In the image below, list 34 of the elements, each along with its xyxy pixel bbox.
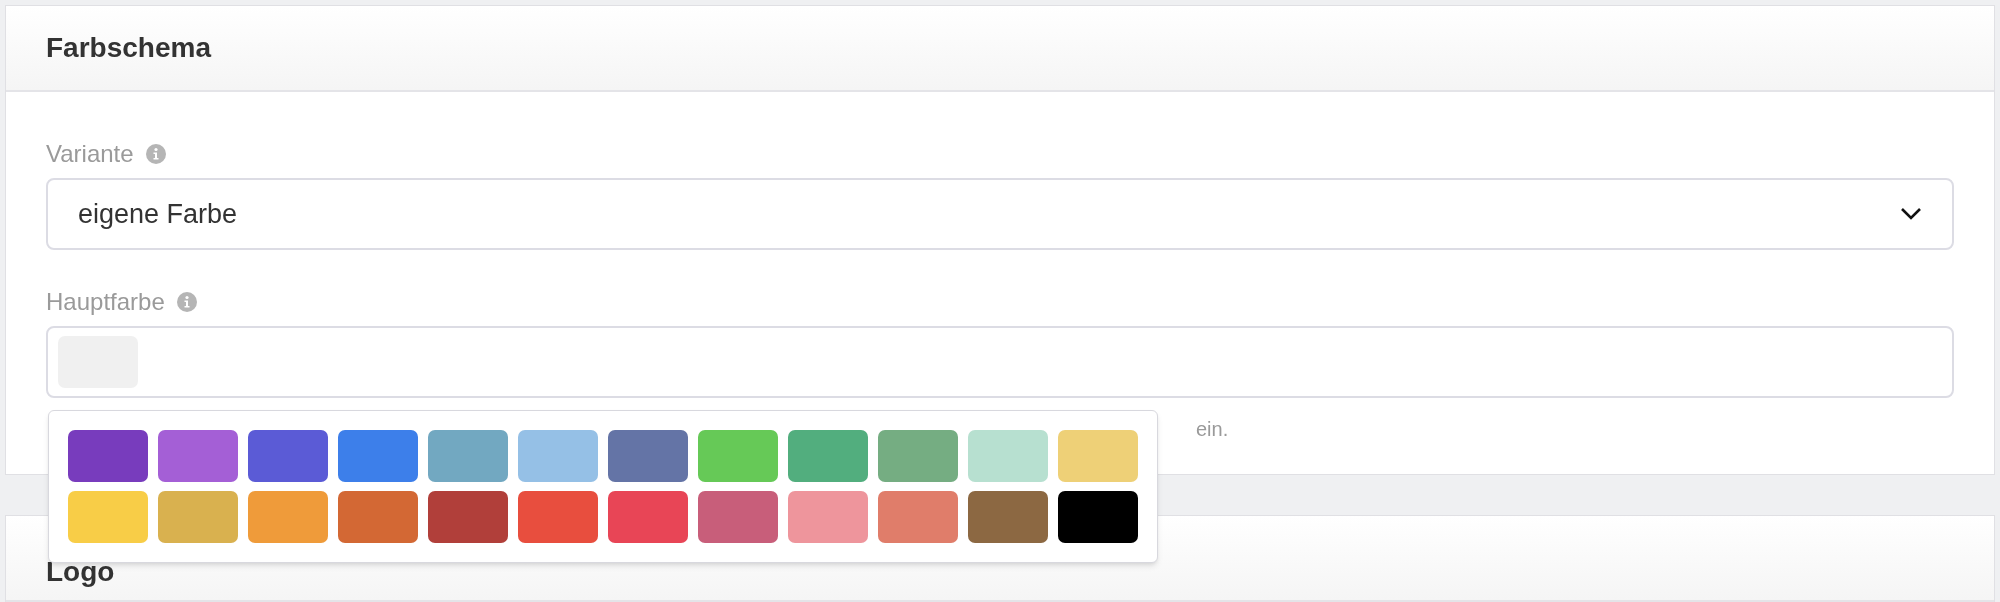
info-icon[interactable] bbox=[176, 292, 197, 312]
color-swatch[interactable] bbox=[1058, 430, 1138, 482]
color-swatch[interactable] bbox=[518, 430, 598, 482]
color-input-field[interactable] bbox=[46, 326, 1954, 398]
color-swatch[interactable] bbox=[788, 430, 868, 482]
color-swatch[interactable] bbox=[878, 430, 958, 482]
field-label: Hauptfarbe bbox=[46, 290, 165, 314]
help-text: ein. bbox=[1196, 417, 1229, 442]
color-swatch[interactable] bbox=[248, 491, 328, 543]
color-swatch[interactable] bbox=[788, 491, 868, 543]
color-swatch[interactable] bbox=[518, 491, 598, 543]
color-swatch[interactable] bbox=[1058, 491, 1138, 543]
section-title: Logo bbox=[46, 555, 115, 589]
color-swatch[interactable] bbox=[608, 491, 688, 543]
color-swatch[interactable] bbox=[68, 491, 148, 543]
color-swatch[interactable] bbox=[698, 491, 778, 543]
color-swatch[interactable] bbox=[428, 491, 508, 543]
select-field[interactable]: eigene Farbe bbox=[46, 178, 1954, 250]
info-icon[interactable] bbox=[145, 144, 166, 164]
color-swatch[interactable] bbox=[428, 430, 508, 482]
color-swatch[interactable] bbox=[68, 430, 148, 482]
color-swatch[interactable] bbox=[968, 491, 1048, 543]
color-swatch[interactable] bbox=[158, 491, 238, 543]
color-swatch[interactable] bbox=[968, 430, 1048, 482]
color-swatch[interactable] bbox=[608, 430, 688, 482]
color-swatch[interactable] bbox=[338, 430, 418, 482]
chevron-down-icon bbox=[1900, 207, 1922, 221]
color-swatch[interactable] bbox=[248, 430, 328, 482]
color-swatch[interactable] bbox=[158, 430, 238, 482]
color-swatch[interactable] bbox=[698, 430, 778, 482]
color-swatch[interactable] bbox=[338, 491, 418, 543]
field-label: Variante bbox=[46, 142, 134, 166]
section-title: Farbschema bbox=[46, 31, 211, 65]
color-swatch[interactable] bbox=[878, 491, 958, 543]
